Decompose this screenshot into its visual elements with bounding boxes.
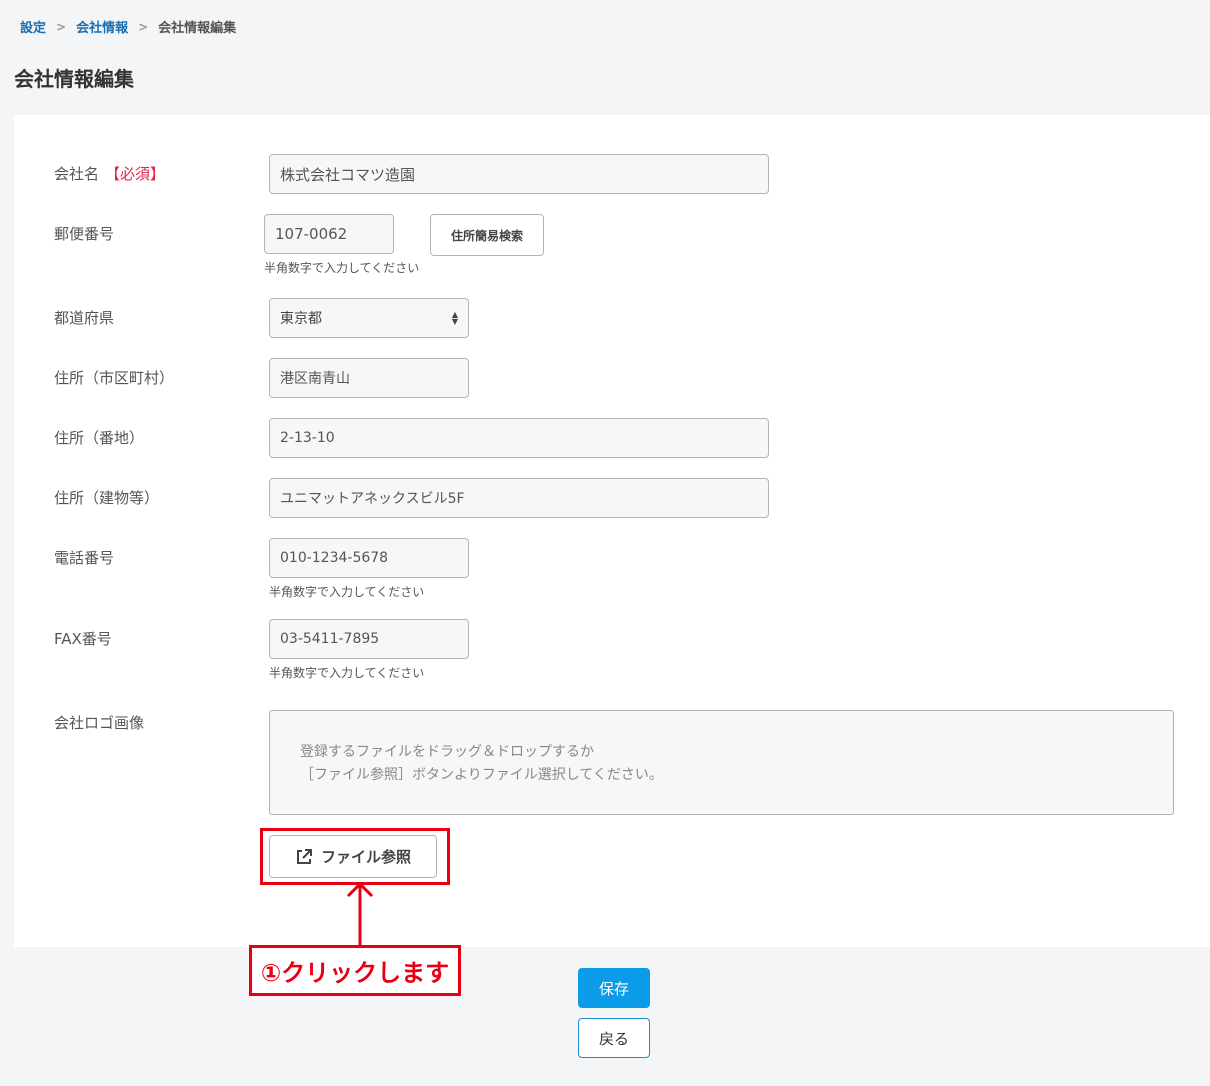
postal-code-input[interactable]: 107-0062 (264, 214, 394, 254)
save-button[interactable]: 保存 (578, 968, 650, 1008)
form-card (14, 115, 1210, 947)
company-name-label: 会社名 【必須】 (54, 163, 165, 184)
prefecture-label: 都道府県 (54, 309, 115, 327)
dropzone-text-line2: ［ファイル参照］ボタンよりファイル選択してください。 (300, 767, 663, 783)
street-label: 住所（番地） (54, 429, 145, 447)
dropzone-text-line1: 登録するファイルをドラッグ＆ドロップするか (300, 744, 594, 760)
postal-code-hint: 半角数字で入力してください (264, 261, 420, 275)
street-input[interactable]: 2-13-10 (269, 418, 769, 458)
breadcrumb-company-info[interactable]: 会社情報 (76, 17, 128, 36)
logo-label: 会社ロゴ画像 (54, 714, 145, 732)
annotation-arrow-icon (346, 881, 374, 946)
breadcrumb: 設定 > 会社情報 > 会社情報編集 (20, 17, 237, 37)
prefecture-select[interactable]: 東京都 ▲ ▼ (269, 298, 469, 338)
select-arrows-icon: ▲ ▼ (451, 310, 458, 326)
breadcrumb-current: 会社情報編集 (158, 21, 237, 36)
building-input[interactable]: ユニマットアネックスビル5F (269, 478, 769, 518)
fax-input[interactable]: 03-5411-7895 (269, 619, 469, 659)
fax-label: FAX番号 (54, 630, 112, 648)
company-name-label-text: 会社名 (54, 165, 100, 183)
breadcrumb-settings[interactable]: 設定 (20, 17, 46, 36)
logo-dropzone[interactable]: 登録するファイルをドラッグ＆ドロップするか ［ファイル参照］ボタンよりファイル選… (269, 710, 1174, 815)
city-label: 住所（市区町村） (54, 369, 175, 387)
prefecture-selected-value: 東京都 (280, 311, 322, 327)
company-name-input[interactable]: 株式会社コマツ造園 (269, 154, 769, 194)
building-label: 住所（建物等） (54, 489, 160, 507)
phone-hint: 半角数字で入力してください (269, 585, 425, 599)
page-title: 会社情報編集 (14, 67, 134, 91)
annotation-highlight-box (260, 828, 450, 885)
postal-code-label: 郵便番号 (54, 225, 115, 243)
back-button[interactable]: 戻る (578, 1018, 650, 1058)
breadcrumb-separator: > (138, 19, 149, 34)
address-search-button[interactable]: 住所簡易検索 (430, 214, 544, 256)
breadcrumb-separator: > (56, 19, 67, 34)
city-input[interactable]: 港区南青山 (269, 358, 469, 398)
required-badge: 【必須】 (105, 165, 166, 183)
annotation-callout: ①クリックします (249, 945, 461, 996)
phone-input[interactable]: 010-1234-5678 (269, 538, 469, 578)
phone-label: 電話番号 (54, 549, 115, 567)
fax-hint: 半角数字で入力してください (269, 666, 425, 680)
